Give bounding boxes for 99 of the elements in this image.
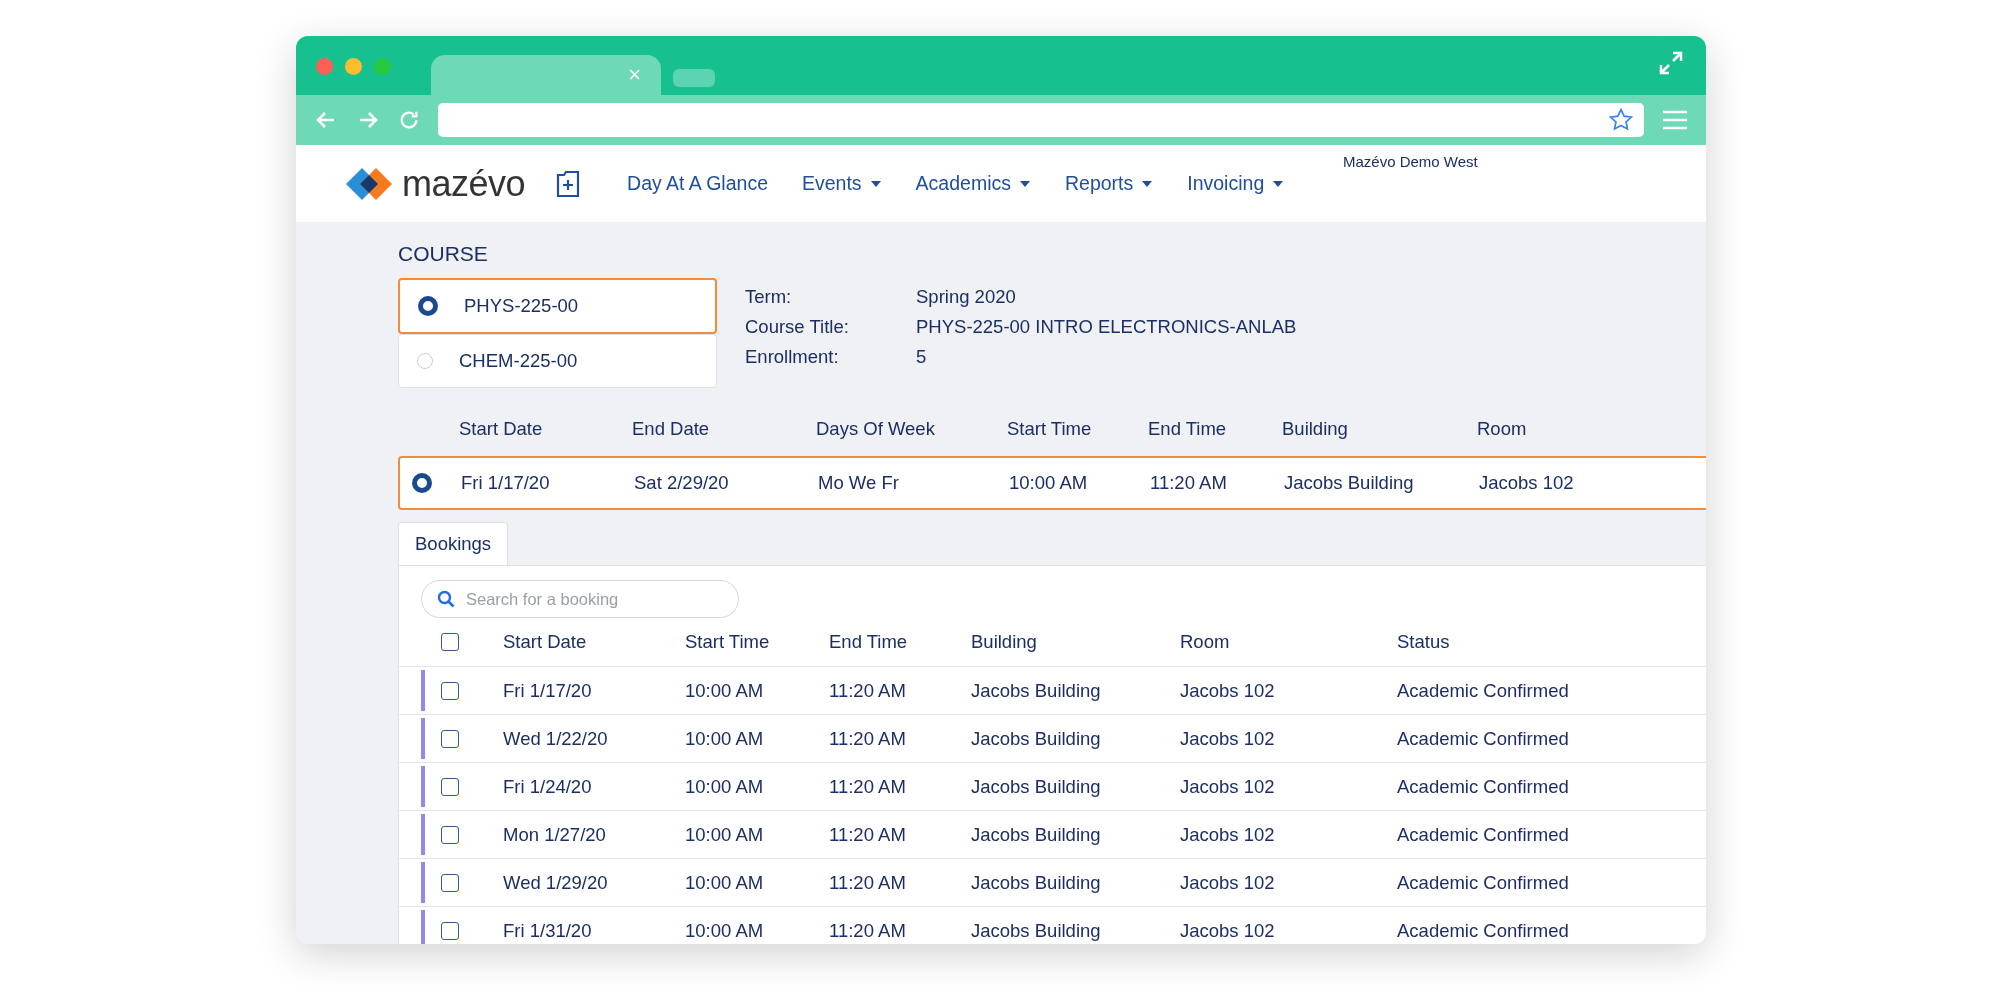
table-cell-text: Academic Confirmed	[1397, 871, 1570, 894]
table-cell-text: 10:00 AM	[685, 919, 765, 942]
row-checkbox[interactable]	[441, 921, 459, 940]
row-marker	[421, 670, 425, 711]
row-checkbox[interactable]	[441, 825, 459, 844]
column-header: Building	[971, 631, 1038, 653]
table-cell-text: Academic Confirmed	[1397, 919, 1570, 942]
table-cell-text: 11:20 AM	[829, 727, 907, 750]
column-header: End Time	[829, 631, 909, 653]
table-cell-text: 10:00 AM	[685, 727, 765, 750]
table-cell-text: Jacobs 102	[1180, 727, 1276, 750]
table-cell-text: Jacobs 102	[1180, 823, 1276, 846]
table-cell-text: Academic Confirmed	[1397, 727, 1570, 750]
row-marker	[421, 766, 425, 807]
row-checkbox[interactable]	[441, 777, 459, 796]
fullscreen-icon[interactable]	[1658, 50, 1684, 76]
table-cell-text: 10:00 AM	[1009, 472, 1089, 494]
table-cell-text: Academic Confirmed	[1397, 679, 1570, 702]
bookmark-star-icon[interactable]	[1608, 107, 1634, 133]
table-cell-text: 10:00 AM	[685, 775, 765, 798]
row-marker	[421, 910, 425, 944]
detail-value: PHYS-225-00 INTRO ELECTRONICS-ANLAB	[916, 316, 1297, 338]
caret-icon	[1272, 179, 1285, 188]
table-cell-text: Academic Confirmed	[1397, 775, 1570, 798]
table-cell-text: Mon 1/27/20	[503, 823, 607, 846]
table-cell-text: Jacobs Building	[971, 679, 1102, 702]
caret-icon	[1019, 179, 1031, 188]
section-heading: COURSE	[398, 242, 489, 266]
column-header: Start Time	[685, 631, 771, 653]
column-header: End Date	[632, 418, 711, 440]
table-cell-text: 10:00 AM	[685, 823, 765, 846]
table-cell-text: Fri 1/17/20	[503, 679, 593, 702]
caret-icon	[869, 179, 882, 188]
table-cell-text: 11:20 AM	[829, 679, 907, 702]
row-checkbox[interactable]	[441, 873, 459, 892]
nav-menu-item[interactable]: Academics	[915, 172, 1031, 195]
table-cell-text: Fri 1/17/20	[461, 472, 551, 494]
table-cell-text: Jacobs Building	[971, 775, 1102, 798]
row-marker	[421, 862, 425, 903]
detail-value: 5	[916, 346, 928, 368]
nav-menu-item[interactable]: Day At A Glance	[627, 172, 768, 195]
table-cell-text: Jacobs 102	[1180, 679, 1276, 702]
table-cell-text: Jacobs Building	[971, 727, 1102, 750]
logo-icon	[344, 165, 394, 202]
logo-text: mazévo	[402, 162, 526, 205]
table-cell-text: Jacobs 102	[1180, 919, 1276, 942]
table-cell-text: 11:20 AM	[829, 775, 907, 798]
table-cell-text: 11:20 AM	[1150, 472, 1228, 494]
course-option[interactable]: CHEM-225-00	[398, 334, 717, 388]
row-marker	[421, 718, 425, 759]
table-cell-text: Fri 1/31/20	[503, 919, 593, 942]
column-header: Status	[1397, 631, 1451, 653]
search-field[interactable]: Search for a booking	[421, 580, 739, 618]
table-cell-text: Jacobs Building	[971, 919, 1102, 942]
column-header: Start Time	[1007, 418, 1093, 440]
table-cell-text: Jacobs Building	[971, 871, 1102, 894]
course-option[interactable]: PHYS-225-00	[398, 278, 717, 334]
detail-label: Course Title:	[745, 316, 850, 338]
select-all-checkbox[interactable]	[441, 633, 459, 651]
section-row[interactable]: Fri 1/17/20 Sat 2/29/20 Mo We Fr 10:00 AM 11:20 AM Jacobs Building Jacobs 102	[398, 456, 1706, 510]
search-icon	[437, 590, 455, 608]
row-marker	[421, 814, 425, 855]
table-cell-text: Wed 1/29/20	[503, 871, 609, 894]
table-cell-text: Jacobs 102	[1180, 775, 1276, 798]
row-checkbox[interactable]	[441, 681, 459, 700]
column-header: Room	[1180, 631, 1231, 653]
table-cell-text: Jacobs Building	[1284, 472, 1415, 494]
table-cell-text: 11:20 AM	[829, 919, 907, 942]
radio-button[interactable]	[412, 473, 432, 493]
detail-label: Term:	[745, 286, 793, 308]
column-header: Start Date	[459, 418, 544, 440]
add-calendar-icon[interactable]	[555, 168, 582, 199]
table-cell-text: Jacobs 102	[1180, 871, 1276, 894]
column-header: Building	[1282, 418, 1349, 440]
column-header: End Time	[1148, 418, 1228, 440]
table-cell-text: Academic Confirmed	[1397, 823, 1570, 846]
table-cell-text: 11:20 AM	[829, 823, 907, 846]
column-header: Start Date	[503, 631, 588, 653]
nav-menu-item[interactable]: Events	[802, 172, 882, 195]
row-checkbox[interactable]	[441, 729, 459, 748]
tab[interactable]: Bookings	[398, 522, 509, 565]
detail-value: Spring 2020	[916, 286, 1017, 308]
table-cell-text: 11:20 AM	[829, 871, 907, 894]
radio-button[interactable]	[418, 296, 438, 316]
organization-name: Mazévo Demo West	[1343, 153, 1478, 170]
table-cell-text: 10:00 AM	[685, 679, 765, 702]
table-cell-text: Jacobs 102	[1479, 472, 1575, 494]
table-cell-text: Wed 1/22/20	[503, 727, 609, 750]
nav-menu-item[interactable]: Invoicing	[1187, 172, 1285, 195]
table-cell-text: Sat 2/29/20	[634, 472, 730, 494]
table-cell-text: 10:00 AM	[685, 871, 765, 894]
column-header: Days Of Week	[816, 418, 936, 440]
detail-label: Enrollment:	[745, 346, 840, 368]
table-cell-text: Fri 1/24/20	[503, 775, 593, 798]
table-cell-text: Jacobs Building	[971, 823, 1102, 846]
caret-icon	[1141, 179, 1154, 188]
column-header: Room	[1477, 418, 1528, 440]
table-cell-text: Mo We Fr	[818, 472, 900, 494]
nav-menu-item[interactable]: Reports	[1065, 172, 1154, 195]
